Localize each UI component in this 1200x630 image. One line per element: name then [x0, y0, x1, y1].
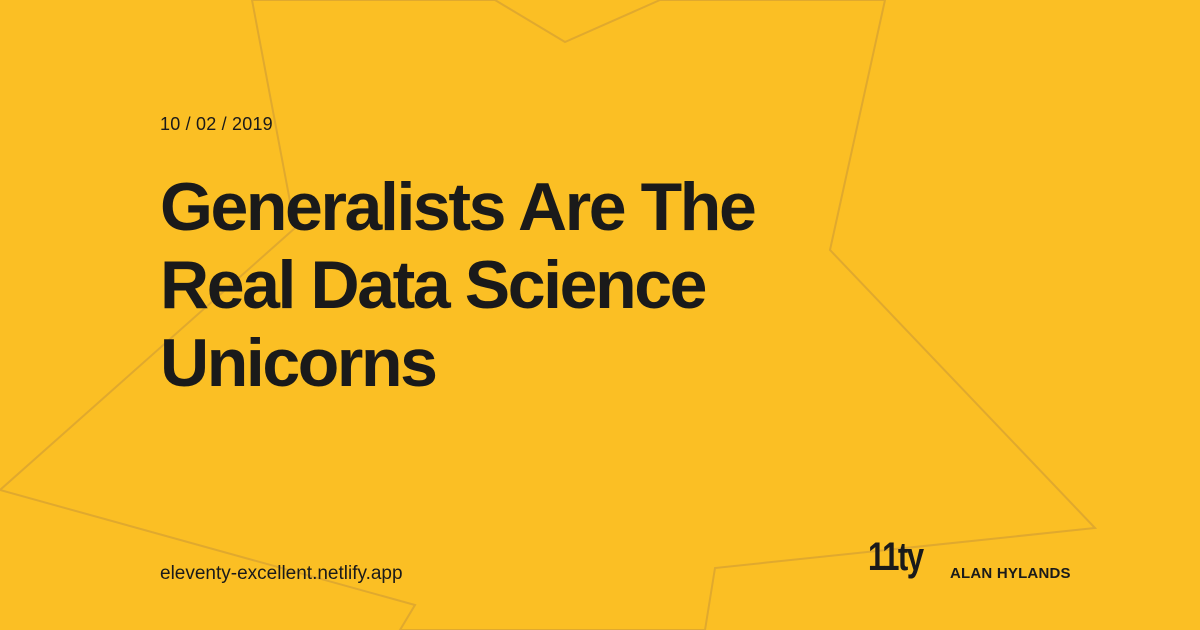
post-title-line-3: Unicorns — [160, 325, 438, 401]
post-date: 10 / 02 / 2019 — [160, 114, 273, 134]
author-name: ALAN HYLANDS — [950, 565, 1071, 582]
eleventy-logo: 11ty — [868, 535, 924, 579]
social-share-card: 10 / 02 / 2019 Generalists Are The Real … — [0, 0, 1200, 630]
site-url: eleventy-excellent.netlify.app — [160, 563, 403, 584]
post-title-line-2: Real Data Science — [160, 247, 707, 323]
post-title: Generalists Are The Real Data Science Un… — [160, 168, 920, 402]
post-title-line-1: Generalists Are The — [160, 169, 757, 245]
